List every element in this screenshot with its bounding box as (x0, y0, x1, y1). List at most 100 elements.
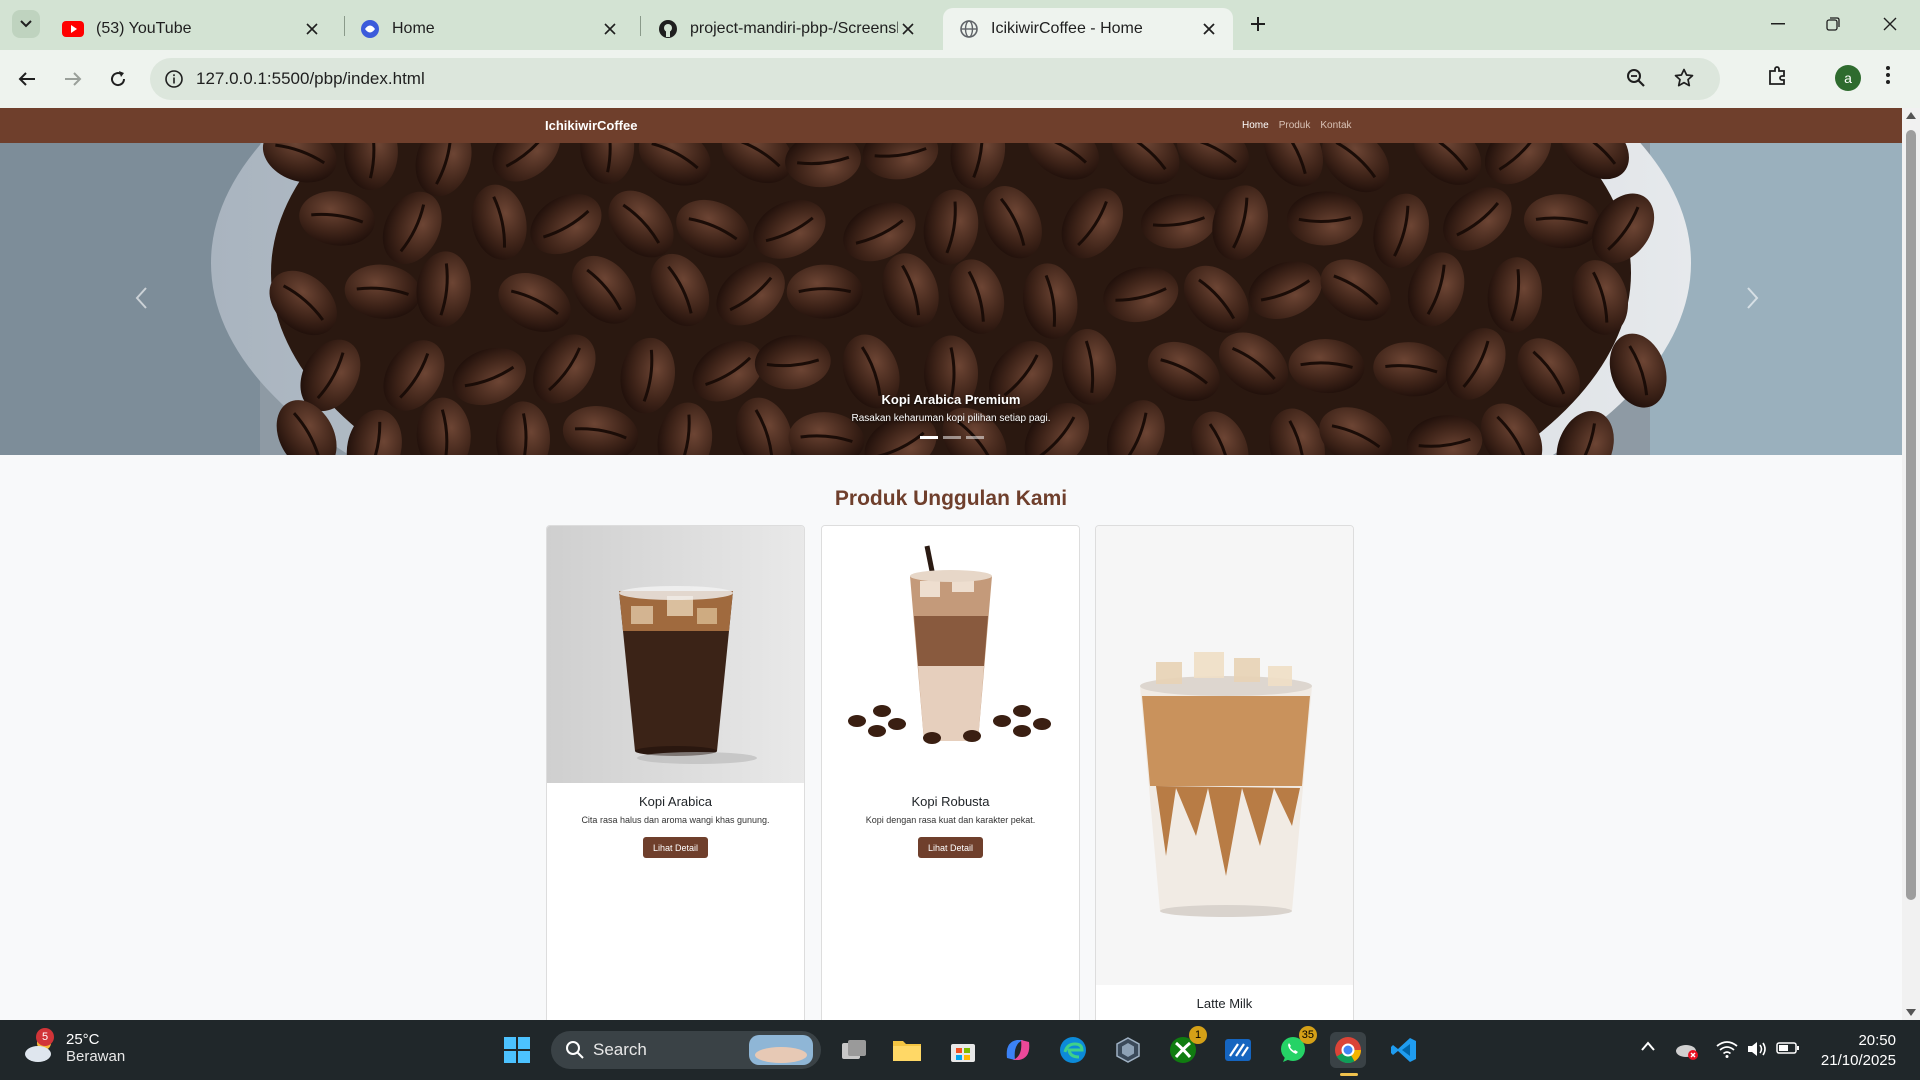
latte-milk-image (1096, 526, 1353, 985)
restore-icon (1826, 17, 1840, 31)
copilot-icon (1006, 1040, 1030, 1060)
back-button[interactable] (12, 64, 42, 94)
github-icon (659, 20, 677, 38)
tab-title: (53) YouTube (96, 20, 192, 37)
battery-icon[interactable] (1776, 1040, 1800, 1056)
nav-link-home[interactable]: Home (1242, 120, 1269, 131)
reload-button[interactable] (103, 64, 133, 94)
nav-link-kontak[interactable]: Kontak (1320, 120, 1351, 131)
carousel-indicator[interactable] (920, 436, 938, 439)
product-card-arabica: Kopi Arabica Cita rasa halus dan aroma w… (546, 525, 805, 1020)
tab-github[interactable]: project-mandiri-pbp-/Screensh (642, 8, 932, 50)
close-window-button[interactable] (1872, 10, 1908, 38)
search-icon (566, 1041, 584, 1059)
hexagon-app-icon (1116, 1037, 1140, 1063)
blue-app-icon (1225, 1039, 1251, 1061)
tab-search-button[interactable] (12, 10, 40, 38)
tab-divider (640, 16, 641, 36)
clock-time: 20:50 (1858, 1032, 1896, 1049)
browser-toolbar: 127.0.0.1:5500/pbp/index.html a (0, 50, 1920, 108)
onedrive-error-icon[interactable] (1675, 1040, 1699, 1060)
scrollbar-thumb[interactable] (1906, 130, 1916, 900)
wifi-icon[interactable] (1716, 1040, 1738, 1058)
site-brand[interactable]: IchikiwirCoffee (545, 118, 637, 133)
nav-link-produk[interactable]: Produk (1279, 120, 1311, 131)
chrome-icon (1335, 1037, 1362, 1064)
zoom-icon[interactable] (1626, 68, 1646, 93)
chevron-up-icon[interactable] (1640, 1040, 1656, 1052)
more-menu-icon[interactable] (1885, 64, 1891, 91)
volume-icon[interactable] (1746, 1040, 1768, 1058)
site-navbar: IchikiwirCoffee Home Produk Kontak (0, 108, 1902, 143)
app-button[interactable] (1110, 1032, 1146, 1068)
vscode-icon (1391, 1038, 1416, 1062)
xbox-button[interactable]: 1 (1165, 1026, 1207, 1068)
minimize-button[interactable] (1760, 10, 1796, 38)
forward-button[interactable] (58, 64, 88, 94)
task-view-icon (842, 1040, 866, 1059)
search-highlight-image (749, 1035, 813, 1065)
close-icon[interactable] (302, 19, 322, 39)
app-button-blue[interactable] (1220, 1032, 1256, 1068)
product-description: Kopi dengan rasa kuat dan karakter pekat… (865, 815, 1036, 825)
section-title: Produk Unggulan Kami (834, 487, 1068, 510)
product-name: Latte Milk (1196, 996, 1253, 1011)
windows-logo-icon (504, 1037, 530, 1063)
carousel-next-icon[interactable] (1742, 283, 1762, 313)
weather-badge: 5 (36, 1028, 54, 1046)
tab-title: project-mandiri-pbp-/Screensh (690, 20, 898, 37)
scroll-up-icon[interactable] (1906, 112, 1916, 119)
close-icon[interactable] (1199, 19, 1219, 39)
whatsapp-button[interactable]: 35 (1275, 1026, 1317, 1068)
vscode-button[interactable] (1386, 1032, 1422, 1068)
tab-youtube[interactable]: (53) YouTube (46, 8, 336, 50)
product-description: Cita rasa halus dan aroma wangi khas gun… (581, 815, 770, 825)
file-explorer-button[interactable] (889, 1032, 925, 1068)
arrow-left-icon (18, 72, 35, 86)
chrome-button[interactable] (1330, 1032, 1366, 1076)
search-label: Search (593, 1040, 647, 1059)
site-info-icon[interactable] (162, 67, 186, 91)
extensions-puzzle-icon[interactable] (1767, 64, 1789, 91)
tab-title: Home (392, 20, 435, 37)
carousel-caption-title: Kopi Arabica Premium (881, 392, 1021, 407)
tab-strip: (53) YouTube Home project-mandiri-pbp-/S… (0, 0, 1920, 50)
task-view-button[interactable] (836, 1032, 872, 1068)
edge-button[interactable] (1055, 1032, 1091, 1068)
restore-button[interactable] (1815, 10, 1851, 38)
copilot-button[interactable] (1000, 1032, 1036, 1068)
close-icon (1883, 17, 1897, 31)
taskbar-search[interactable]: Search (551, 1031, 821, 1069)
carousel-indicator[interactable] (966, 436, 984, 439)
view-detail-button[interactable]: Lihat Detail (918, 837, 983, 858)
profile-avatar[interactable]: a (1835, 65, 1861, 91)
carousel-caption-text: Rasakan keharuman kopi pilihan setiap pa… (851, 413, 1051, 424)
tab-home[interactable]: Home (344, 8, 634, 50)
address-bar[interactable]: 127.0.0.1:5500/pbp/index.html (150, 58, 1720, 100)
system-clock[interactable]: 20:50 21/10/2025 (1810, 1031, 1896, 1071)
close-icon[interactable] (600, 19, 620, 39)
reload-icon (111, 71, 126, 87)
cloudy-weather-icon: 5 (22, 1028, 58, 1066)
page-viewport: IchikiwirCoffee Home Produk Kontak Kopi … (0, 108, 1902, 1020)
youtube-icon (62, 21, 84, 37)
edge-icon (1060, 1037, 1086, 1063)
carousel-indicators (920, 436, 984, 439)
microsoft-store-button[interactable] (945, 1032, 981, 1068)
weather-widget[interactable]: 5 25°C Berawan (22, 1028, 126, 1066)
site-nav-links: Home Produk Kontak (1242, 120, 1352, 131)
arrow-right-icon (65, 72, 82, 86)
page-scrollbar[interactable] (1902, 108, 1920, 1020)
start-button[interactable] (499, 1032, 535, 1068)
new-tab-button[interactable] (1246, 12, 1270, 36)
plus-icon (1251, 17, 1265, 31)
carousel-indicator[interactable] (943, 436, 961, 439)
weather-condition: Berawan (66, 1048, 126, 1065)
carousel-prev-icon[interactable] (132, 283, 152, 313)
xbox-badge: 1 (1189, 1026, 1207, 1044)
tab-icikiwircoffee[interactable]: IcikiwirCoffee - Home (943, 8, 1233, 50)
close-icon[interactable] (898, 19, 918, 39)
bookmark-star-icon[interactable] (1674, 68, 1694, 93)
view-detail-button[interactable]: Lihat Detail (643, 837, 708, 858)
scroll-down-icon[interactable] (1906, 1009, 1916, 1016)
